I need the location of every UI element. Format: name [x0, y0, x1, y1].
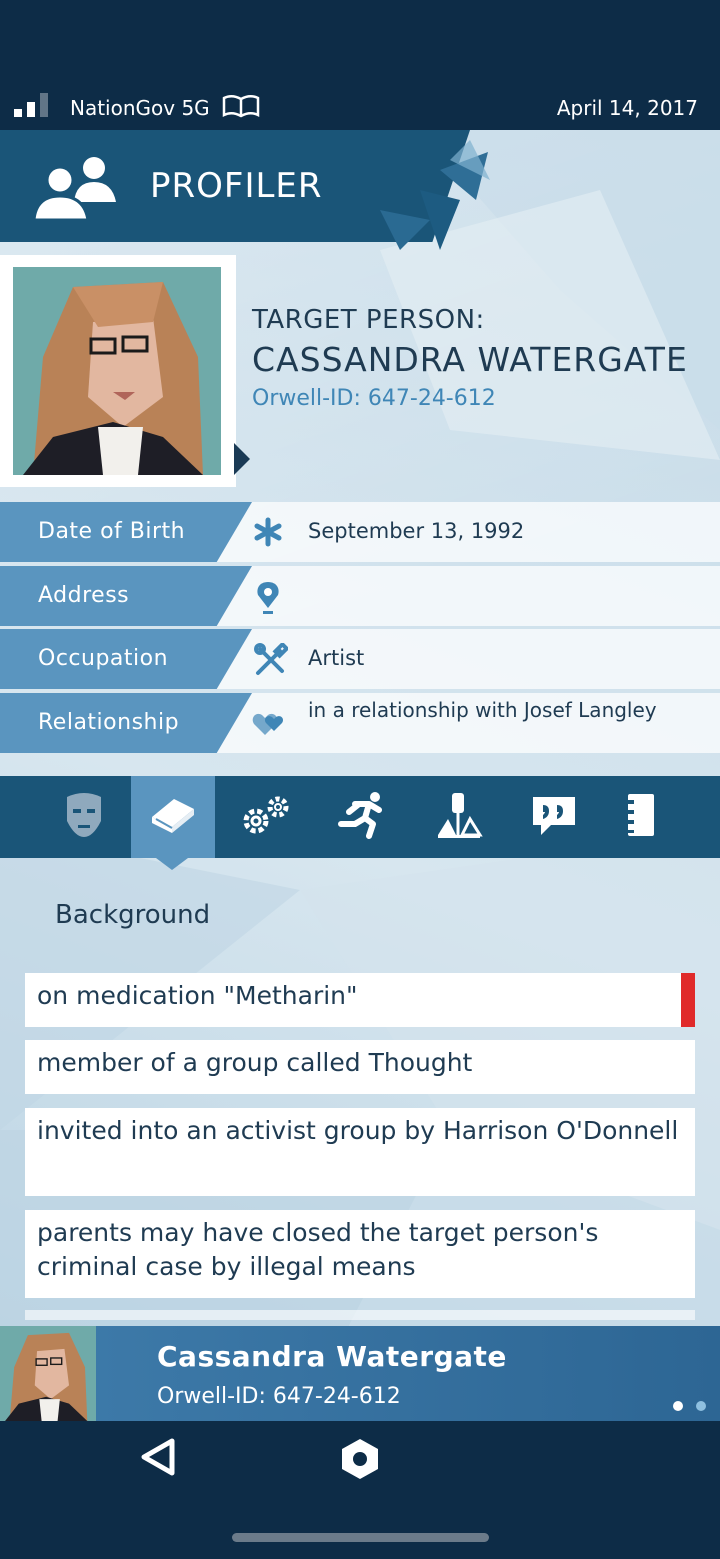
info-row-address: Address: [0, 566, 720, 626]
tab-notebook[interactable]: [598, 776, 682, 858]
tab-justice[interactable]: [417, 776, 501, 858]
back-icon[interactable]: [140, 1437, 180, 1481]
target-portrait: [13, 267, 221, 475]
info-row-relationship: Relationship in a relationship with Jose…: [0, 693, 720, 753]
tools-icon: [252, 641, 290, 683]
open-book-icon: [222, 94, 260, 123]
signal-icon: [14, 93, 54, 117]
flag-marker: [681, 973, 695, 1027]
info-value: in a relationship with Josef Langley: [308, 698, 657, 722]
status-date: April 14, 2017: [556, 96, 698, 120]
gesture-handle[interactable]: [232, 1533, 489, 1542]
running-person-icon: [335, 790, 389, 844]
page-dot-active: [672, 1401, 683, 1411]
portrait-arrow-icon: [234, 443, 250, 475]
info-label: Relationship: [38, 710, 180, 735]
category-tabs: [0, 776, 720, 858]
face-icon: [63, 791, 105, 843]
target-orwell-id: Orwell-ID: 647-24-612: [252, 386, 496, 411]
entry-text: on medication "Metharin": [37, 981, 358, 1010]
info-value: Artist: [308, 646, 365, 670]
system-nav-bar: [0, 1421, 720, 1559]
app-header: PROFILER: [0, 130, 720, 250]
bottom-name: Cassandra Watergate: [157, 1340, 507, 1373]
bottom-portrait-thumbnail: [0, 1326, 96, 1421]
tab-background[interactable]: [131, 776, 215, 858]
info-label: Date of Birth: [38, 519, 186, 544]
bottom-orwell-id: Orwell-ID: 647-24-612: [157, 1384, 401, 1409]
faded-entry: [25, 1310, 695, 1320]
status-bar: NationGov 5G April 14, 2017: [0, 80, 720, 130]
book-icon: [148, 795, 198, 839]
info-row-occupation: Occupation Artist: [0, 629, 720, 689]
tab-skills[interactable]: [225, 776, 309, 858]
info-label: Address: [38, 583, 130, 608]
asterisk-icon: [252, 516, 284, 552]
quote-icon: [529, 793, 579, 841]
header-shards: [380, 140, 490, 250]
background-entry[interactable]: member of a group called Thought: [25, 1040, 695, 1094]
home-icon[interactable]: [338, 1437, 382, 1485]
profiler-icon: [32, 152, 122, 226]
entry-text: parents may have closed the target perso…: [37, 1218, 599, 1281]
tab-activities[interactable]: [320, 776, 404, 858]
tab-quotes[interactable]: [512, 776, 596, 858]
page-title: PROFILER: [150, 166, 323, 206]
entry-text: member of a group called Thought: [37, 1048, 473, 1077]
background-entry[interactable]: invited into an activist group by Harris…: [25, 1108, 695, 1196]
page-dot: [696, 1401, 706, 1411]
background-entry[interactable]: on medication "Metharin": [25, 973, 695, 1027]
tab-face[interactable]: [42, 776, 126, 858]
background-entry[interactable]: parents may have closed the target perso…: [25, 1210, 695, 1298]
target-name: CASSANDRA WATERGATE: [252, 340, 688, 379]
hearts-icon: [252, 707, 288, 743]
info-row-date-of-birth: Date of Birth September 13, 1992: [0, 502, 720, 562]
notebook-icon: [620, 790, 660, 844]
bottom-profile-card[interactable]: Cassandra Watergate Orwell-ID: 647-24-61…: [0, 1326, 720, 1421]
carrier-name: NationGov 5G: [70, 96, 210, 120]
info-label: Occupation: [38, 646, 169, 671]
entry-text: invited into an activist group by Harris…: [37, 1116, 679, 1145]
info-value: September 13, 1992: [308, 519, 525, 543]
section-title: Background: [55, 900, 211, 930]
page-indicator: [665, 1396, 706, 1415]
justice-icon: [434, 791, 484, 843]
gears-icon: [240, 793, 294, 841]
active-tab-pointer: [156, 858, 188, 870]
target-label: TARGET PERSON:: [252, 305, 485, 335]
location-pin-icon: [252, 580, 284, 620]
